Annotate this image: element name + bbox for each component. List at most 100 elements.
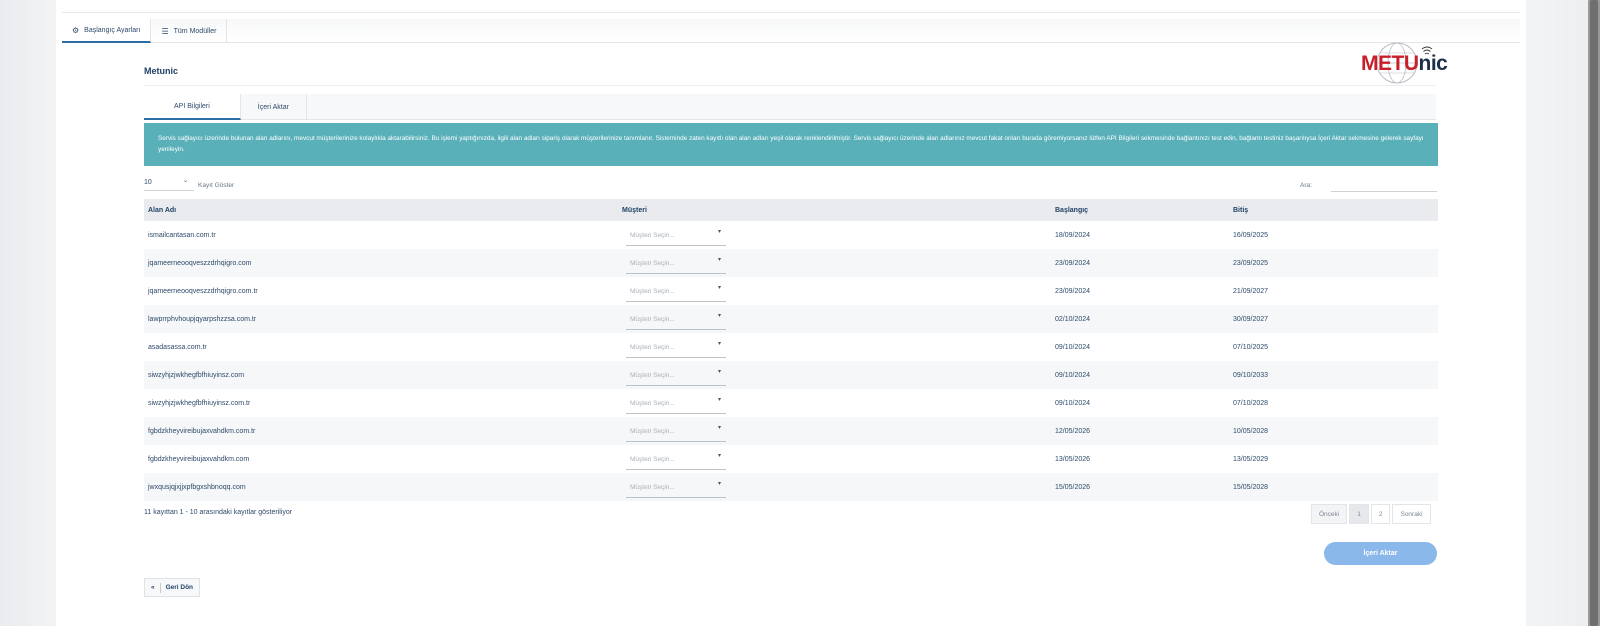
- musteri-select-placeholder: Müşteri Seçin...: [630, 316, 675, 323]
- table-row: lawprrphvhoupjqyarpshzzsa.com.tr Müşteri …: [144, 305, 1438, 333]
- musteri-select-placeholder: Müşteri Seçin...: [630, 288, 675, 295]
- cell-musteri: Müşteri Seçin... ▾: [622, 305, 1055, 333]
- musteri-select[interactable]: Müşteri Seçin... ▾: [626, 336, 726, 358]
- title-divider: [144, 85, 1436, 86]
- button-separator: [159, 582, 161, 593]
- musteri-select-placeholder: Müşteri Seçin...: [630, 456, 675, 463]
- header-alan-adi[interactable]: Alan Adı: [144, 207, 622, 214]
- cell-start-date: 12/05/2026: [1055, 427, 1091, 435]
- cell-start-date: 18/09/2024: [1055, 231, 1091, 239]
- musteri-select[interactable]: Müşteri Seçin... ▾: [626, 364, 726, 386]
- back-button[interactable]: « Geri Dön: [144, 578, 200, 597]
- metunic-logo: METUnic: [1361, 52, 1448, 76]
- table-info: 11 kayıttan 1 - 10 arasındaki kayıtlar g…: [144, 509, 293, 516]
- pagination-page-1[interactable]: 1: [1349, 504, 1369, 524]
- import-button[interactable]: İçeri Aktar: [1324, 542, 1437, 565]
- pagination-next[interactable]: Sonraki: [1392, 504, 1431, 524]
- header-bitis[interactable]: Bitiş: [1233, 207, 1438, 214]
- tab-label: Başlangıç Ayarları: [84, 26, 141, 34]
- musteri-select-placeholder: Müşteri Seçin...: [630, 344, 675, 351]
- musteri-select-placeholder: Müşteri Seçin...: [630, 372, 675, 379]
- cell-musteri: Müşteri Seçin... ▾: [622, 221, 1055, 249]
- musteri-select[interactable]: Müşteri Seçin... ▾: [626, 308, 726, 330]
- cell-musteri: Müşteri Seçin... ▾: [622, 333, 1055, 361]
- page-length-select[interactable]: 10 ⌄: [144, 177, 194, 191]
- inner-tabs: API Bilgileri İçeri Aktar: [144, 94, 1436, 120]
- musteri-select-placeholder: Müşteri Seçin...: [630, 428, 675, 435]
- page-title: Metunic: [144, 66, 179, 76]
- tab-api-bilgileri[interactable]: API Bilgileri: [144, 94, 241, 120]
- search-label: Ara:: [1300, 182, 1312, 189]
- chevron-down-icon: ▾: [718, 341, 722, 347]
- cell-end-date: 15/05/2028: [1233, 483, 1269, 491]
- cell-domain: jqameerneooqveszzdrhqigro.com.tr: [148, 287, 258, 295]
- musteri-select[interactable]: Müşteri Seçin... ▾: [626, 280, 726, 302]
- chevron-down-icon: ▾: [718, 313, 722, 319]
- logo-part-nic: nic: [1418, 52, 1448, 75]
- cell-domain: lawprrphvhoupjqyarpshzzsa.com.tr: [148, 315, 257, 323]
- musteri-select-placeholder: Müşteri Seçin...: [630, 484, 675, 491]
- cell-end-date: 13/05/2029: [1233, 455, 1269, 463]
- chevron-down-icon: ▾: [718, 397, 722, 403]
- pagination-page-2[interactable]: 2: [1370, 504, 1391, 524]
- chevron-down-icon: ⌄: [182, 178, 188, 184]
- cell-start-date: 23/09/2024: [1055, 259, 1091, 267]
- cell-end-date: 23/09/2025: [1233, 259, 1269, 267]
- chevron-down-icon: ▾: [718, 481, 722, 487]
- domains-table: Alan Adı Müşteri Başlangıç Bitiş ismailc…: [144, 199, 1438, 501]
- table-row: jwxqusjqjxjjxpfbgxshbnoqq.com Müşteri Seç…: [144, 473, 1438, 501]
- header-musteri[interactable]: Müşteri: [622, 199, 1055, 221]
- musteri-select[interactable]: Müşteri Seçin... ▾: [626, 392, 726, 414]
- cell-musteri: Müşteri Seçin... ▾: [622, 473, 1055, 501]
- search-input[interactable]: [1331, 178, 1437, 192]
- chevron-down-icon: ▾: [718, 229, 722, 235]
- table-row: fgbdzkheyvireibujaxvahdkm.com.tr Müşteri …: [144, 417, 1438, 445]
- cell-end-date: 07/10/2025: [1233, 343, 1269, 351]
- table-row: asadasassa.com.tr Müşteri Seçin... ▾ 09/10/…: [144, 333, 1438, 361]
- cell-end-date: 16/09/2025: [1233, 231, 1269, 239]
- cell-musteri: Müşteri Seçin... ▾: [622, 389, 1055, 417]
- page-length-label: Kayıt Göster: [198, 182, 235, 189]
- chevron-down-icon: ▾: [718, 425, 722, 431]
- cell-domain: ismailcantasan.com.tr: [148, 231, 216, 239]
- info-text: Servis sağlayıcı üzerinde bulunan alan a…: [158, 135, 1424, 153]
- top-divider: [62, 12, 1520, 13]
- cell-start-date: 02/10/2024: [1055, 315, 1091, 323]
- chevron-down-icon: ▾: [718, 257, 722, 263]
- cell-musteri: Müşteri Seçin... ▾: [622, 417, 1055, 445]
- tab-baslangic-ayarlari[interactable]: ⚙ Başlangıç Ayarları: [62, 19, 152, 43]
- musteri-select[interactable]: Müşteri Seçin... ▾: [626, 420, 726, 442]
- table-row: siwzyhjzjwkhegfbfhiuyinsz.com Müşteri Seç…: [144, 361, 1438, 389]
- table-row: jqameerneooqveszzdrhqigro.com Müşteri Seç…: [144, 249, 1438, 277]
- table-row: jqameerneooqveszzdrhqigro.com.tr Müşteri …: [144, 277, 1438, 305]
- chevron-down-icon: ▾: [718, 285, 722, 291]
- musteri-select[interactable]: Müşteri Seçin... ▾: [626, 448, 726, 470]
- logo-part-metu: METU: [1361, 52, 1419, 75]
- tab-iceri-aktar[interactable]: İçeri Aktar: [241, 94, 307, 120]
- chevron-down-icon: ▾: [718, 369, 722, 375]
- cell-domain: fgbdzkheyvireibujaxvahdkm.com.tr: [148, 427, 256, 435]
- table-header: Alan Adı Müşteri Başlangıç Bitiş: [144, 199, 1438, 221]
- page-length-value: 10: [144, 179, 152, 186]
- cell-domain: jwxqusjqjxjjxpfbgxshbnoqq.com: [148, 483, 246, 491]
- double-chevron-left-icon: «: [150, 584, 155, 591]
- cell-musteri: Müşteri Seçin... ▾: [622, 445, 1055, 473]
- header-baslangic[interactable]: Başlangıç: [1055, 207, 1233, 214]
- musteri-select[interactable]: Müşteri Seçin... ▾: [626, 224, 726, 246]
- info-alert: Servis sağlayıcı üzerinde bulunan alan a…: [144, 123, 1438, 166]
- musteri-select-placeholder: Müşteri Seçin...: [630, 260, 675, 267]
- musteri-select[interactable]: Müşteri Seçin... ▾: [626, 476, 726, 498]
- tab-tum-moduller[interactable]: ☰ Tüm Modüller: [151, 19, 228, 43]
- musteri-select[interactable]: Müşteri Seçin... ▾: [626, 252, 726, 274]
- cell-start-date: 09/10/2024: [1055, 399, 1091, 407]
- cell-domain: asadasassa.com.tr: [148, 343, 207, 351]
- cell-end-date: 21/09/2027: [1233, 287, 1269, 295]
- musteri-select-placeholder: Müşteri Seçin...: [630, 232, 675, 239]
- cell-end-date: 10/05/2028: [1233, 427, 1269, 435]
- cogs-icon: ⚙: [72, 25, 80, 35]
- scrollbar-thumb[interactable]: [1590, 0, 1598, 626]
- cell-start-date: 09/10/2024: [1055, 343, 1091, 351]
- pagination-prev[interactable]: Önceki: [1311, 504, 1348, 524]
- back-button-label: Geri Dön: [165, 584, 194, 591]
- table-row: siwzyhjzjwkhegfbfhiuyinsz.com.tr Müşteri …: [144, 389, 1438, 417]
